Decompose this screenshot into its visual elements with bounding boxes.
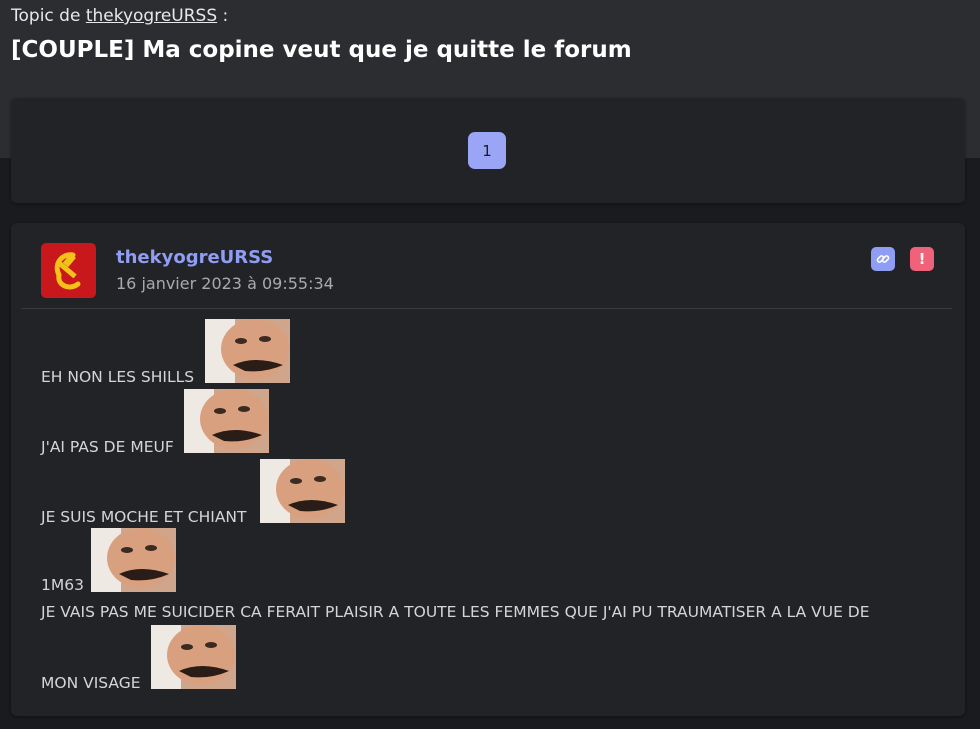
post-line-5: JE VAIS PAS ME SUICIDER CA FERAIT PLAISI…: [41, 603, 870, 621]
reaction-sticker-2: [184, 389, 269, 453]
link-icon: [876, 255, 890, 263]
post-divider: [21, 308, 952, 309]
avatar[interactable]: [41, 243, 96, 298]
topic-title: [COUPLE] Ma copine veut que je quitte le…: [11, 37, 632, 63]
report-button[interactable]: !: [910, 247, 934, 271]
post-line-1: EH NON LES SHILLS: [41, 368, 195, 386]
sticker-face-icon: [91, 528, 176, 592]
post-line-2: J'AI PAS DE MEUF: [41, 438, 174, 456]
report-icon: !: [918, 250, 926, 268]
topic-line: Topic de thekyogreURSS :: [11, 6, 228, 26]
topic-prefix: Topic de: [11, 6, 81, 26]
reaction-sticker-3: [260, 459, 345, 523]
hammer-sickle-icon: [54, 252, 81, 290]
post-card: thekyogreURSS 16 janvier 2023 à 09:55:34…: [11, 223, 965, 716]
reaction-sticker-4: [91, 528, 176, 592]
post-line-3: JE SUIS MOCHE ET CHIANT: [41, 508, 247, 526]
post-date: 16 janvier 2023 à 09:55:34: [116, 274, 334, 293]
permalink-button[interactable]: [871, 247, 895, 271]
reaction-sticker-5: [151, 625, 236, 689]
sticker-face-icon: [151, 625, 236, 689]
topic-author-link[interactable]: thekyogreURSS: [86, 6, 217, 26]
pagination-card: 1: [11, 98, 965, 203]
reaction-sticker-1: [205, 319, 290, 383]
post-line-6: MON VISAGE: [41, 674, 141, 692]
sticker-face-icon: [260, 459, 345, 523]
page-button-1[interactable]: 1: [468, 132, 506, 169]
sticker-face-icon: [205, 319, 290, 383]
sticker-face-icon: [184, 389, 269, 453]
topic-suffix: :: [222, 6, 229, 26]
post-author[interactable]: thekyogreURSS: [116, 247, 273, 268]
post-line-4: 1M63: [41, 576, 84, 594]
